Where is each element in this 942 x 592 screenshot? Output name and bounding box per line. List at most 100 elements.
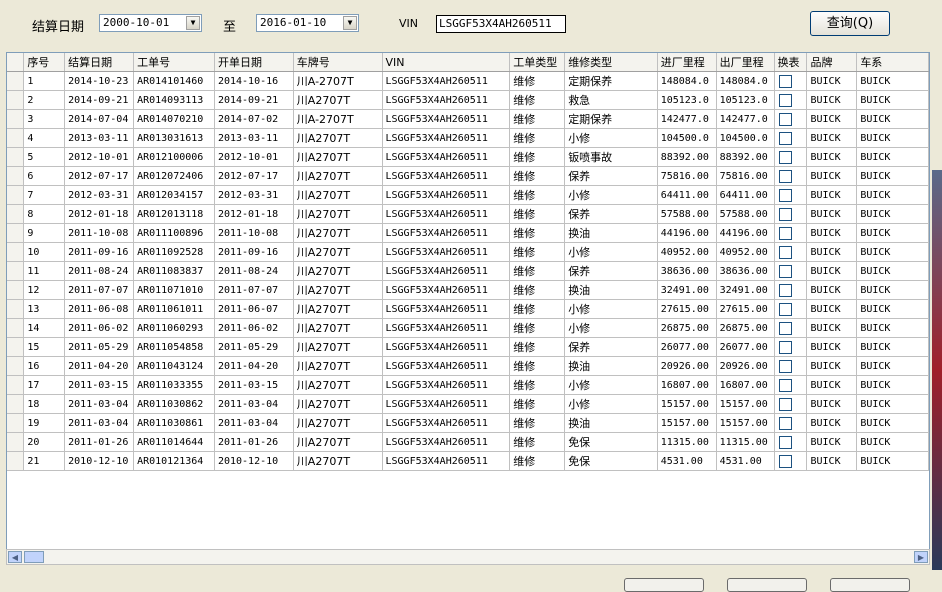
row-indicator[interactable] <box>7 413 25 433</box>
table-row[interactable]: 17 2011-03-15 AR011033355 2011-03-15 川A2707T… <box>7 375 929 395</box>
vin-input[interactable]: LSGGF53X4AH260511 <box>436 15 566 33</box>
column-header-vin[interactable]: VIN <box>382 53 511 72</box>
query-button[interactable]: 查询(Q) <box>810 11 890 36</box>
table-row[interactable]: 3 2014-07-04 AR014070210 2014-07-02 川A-2707T… <box>7 109 929 129</box>
row-indicator[interactable] <box>7 394 25 414</box>
meter-change-checkbox[interactable] <box>778 283 792 297</box>
column-header-plate[interactable]: 车牌号 <box>293 53 383 72</box>
cell-out-mileage: 26077.00 <box>716 337 775 357</box>
table-row[interactable]: 2 2014-09-21 AR014093113 2014-09-21 川A2707T L… <box>7 90 929 110</box>
cell-plate: 川A2707T <box>293 242 383 262</box>
bottom-button[interactable] <box>830 578 910 592</box>
meter-change-checkbox[interactable] <box>778 416 792 430</box>
row-indicator[interactable] <box>7 109 25 129</box>
meter-change-checkbox[interactable] <box>778 264 792 278</box>
cell-seq: 7 <box>23 185 66 205</box>
meter-change-checkbox[interactable] <box>778 207 792 221</box>
scroll-thumb[interactable] <box>24 551 44 563</box>
scroll-right-icon[interactable]: ▶ <box>914 551 928 563</box>
column-header-in-mileage[interactable]: 进厂里程 <box>657 53 717 72</box>
table-row[interactable]: 4 2013-03-11 AR013031613 2013-03-11 川A2707T L… <box>7 128 929 148</box>
row-indicator[interactable] <box>7 71 25 91</box>
scroll-left-icon[interactable]: ◀ <box>8 551 22 563</box>
table-row[interactable]: 19 2011-03-04 AR011030861 2011-03-04 川A2707T… <box>7 413 929 433</box>
table-row[interactable]: 21 2010-12-10 AR010121364 2010-12-10 川A2707T… <box>7 451 929 471</box>
cell-open-date: 2011-03-04 <box>214 413 294 433</box>
end-date-picker[interactable]: 2016-01-10 ▼ <box>256 14 359 32</box>
horizontal-scrollbar[interactable]: ◀ ▶ <box>6 549 930 565</box>
column-header-seq[interactable]: 序号 <box>23 53 66 72</box>
cell-seq: 14 <box>23 318 66 338</box>
meter-change-checkbox[interactable] <box>778 188 792 202</box>
table-row[interactable]: 13 2011-06-08 AR011061011 2011-06-07 川A2707T… <box>7 299 929 319</box>
results-grid[interactable]: 序号 结算日期 工单号 开单日期 车牌号 VIN 工单类型 维修类型 进厂里程 出厂里程 换表 品牌车… <box>6 52 930 565</box>
table-row[interactable]: 7 2012-03-31 AR012034157 2012-03-31 川A2707T L… <box>7 185 929 205</box>
meter-change-checkbox[interactable] <box>778 112 792 126</box>
row-indicator[interactable] <box>7 204 25 224</box>
dropdown-arrow-icon[interactable]: ▼ <box>343 16 357 30</box>
table-row[interactable]: 5 2012-10-01 AR012100006 2012-10-01 川A2707T L… <box>7 147 929 167</box>
table-row[interactable]: 18 2011-03-04 AR011030862 2011-03-04 川A2707T… <box>7 394 929 414</box>
meter-change-checkbox[interactable] <box>778 245 792 259</box>
table-row[interactable]: 9 2011-10-08 AR011100896 2011-10-08 川A2707T L… <box>7 223 929 243</box>
row-indicator[interactable] <box>7 318 25 338</box>
cell-brand: BUICK <box>806 261 858 281</box>
meter-change-checkbox[interactable] <box>778 397 792 411</box>
table-row[interactable]: 10 2011-09-16 AR011092528 2011-09-16 川A2707T… <box>7 242 929 262</box>
meter-change-checkbox[interactable] <box>778 131 792 145</box>
column-header-settle-date[interactable]: 结算日期 <box>64 53 135 72</box>
meter-change-checkbox[interactable] <box>778 340 792 354</box>
table-row[interactable]: 15 2011-05-29 AR011054858 2011-05-29 川A2707T… <box>7 337 929 357</box>
cell-repair-type: 免保 <box>564 451 658 471</box>
meter-change-checkbox[interactable] <box>778 93 792 107</box>
start-date-picker[interactable]: 2000-10-01 ▼ <box>99 14 202 32</box>
column-header-repair-type[interactable]: 维修类型 <box>564 53 658 72</box>
meter-change-checkbox[interactable] <box>778 359 792 373</box>
row-indicator[interactable] <box>7 356 25 376</box>
column-header-series[interactable]: 车系 <box>856 53 929 72</box>
table-row[interactable]: 14 2011-06-02 AR011060293 2011-06-02 川A2707T… <box>7 318 929 338</box>
meter-change-checkbox[interactable] <box>778 302 792 316</box>
row-indicator[interactable] <box>7 223 25 243</box>
row-indicator[interactable] <box>7 185 25 205</box>
table-row[interactable]: 8 2012-01-18 AR012013118 2012-01-18 川A2707T L… <box>7 204 929 224</box>
row-indicator[interactable] <box>7 280 25 300</box>
column-header-meter-change[interactable]: 换表 <box>774 53 808 72</box>
cell-in-mileage: 26077.00 <box>657 337 717 357</box>
column-header-order-no[interactable]: 工单号 <box>133 53 215 72</box>
table-row[interactable]: 16 2011-04-20 AR011043124 2011-04-20 川A2707T… <box>7 356 929 376</box>
meter-change-checkbox[interactable] <box>778 169 792 183</box>
row-indicator[interactable] <box>7 166 25 186</box>
meter-change-checkbox[interactable] <box>778 378 792 392</box>
column-header-open-date[interactable]: 开单日期 <box>214 53 294 72</box>
meter-change-checkbox[interactable] <box>778 150 792 164</box>
table-row[interactable]: 6 2012-07-17 AR012072406 2012-07-17 川A2707T L… <box>7 166 929 186</box>
bottom-button[interactable] <box>727 578 807 592</box>
cell-repair-type: 小修 <box>564 299 658 319</box>
row-indicator[interactable] <box>7 337 25 357</box>
column-header-brand[interactable]: 品牌 <box>806 53 858 72</box>
column-header-order-type[interactable]: 工单类型 <box>509 53 566 72</box>
row-indicator[interactable] <box>7 299 25 319</box>
row-indicator[interactable] <box>7 375 25 395</box>
row-indicator[interactable] <box>7 90 25 110</box>
dropdown-arrow-icon[interactable]: ▼ <box>186 16 200 30</box>
cell-settle-date: 2011-09-16 <box>64 242 135 262</box>
meter-change-checkbox[interactable] <box>778 454 792 468</box>
table-row[interactable]: 11 2011-08-24 AR011083837 2011-08-24 川A2707T… <box>7 261 929 281</box>
row-indicator[interactable] <box>7 147 25 167</box>
row-indicator[interactable] <box>7 432 25 452</box>
meter-change-checkbox[interactable] <box>778 435 792 449</box>
meter-change-checkbox[interactable] <box>778 321 792 335</box>
meter-change-checkbox[interactable] <box>778 226 792 240</box>
meter-change-checkbox[interactable] <box>778 74 792 88</box>
table-row[interactable]: 20 2011-01-26 AR011014644 2011-01-26 川A2707T… <box>7 432 929 452</box>
row-indicator[interactable] <box>7 451 25 471</box>
row-indicator[interactable] <box>7 261 25 281</box>
table-row[interactable]: 1 2014-10-23 AR014101460 2014-10-16 川A-2707T… <box>7 71 929 91</box>
row-indicator[interactable] <box>7 128 25 148</box>
bottom-button[interactable] <box>624 578 704 592</box>
column-header-out-mileage[interactable]: 出厂里程 <box>716 53 775 72</box>
table-row[interactable]: 12 2011-07-07 AR011071010 2011-07-07 川A2707T… <box>7 280 929 300</box>
row-indicator[interactable] <box>7 242 25 262</box>
